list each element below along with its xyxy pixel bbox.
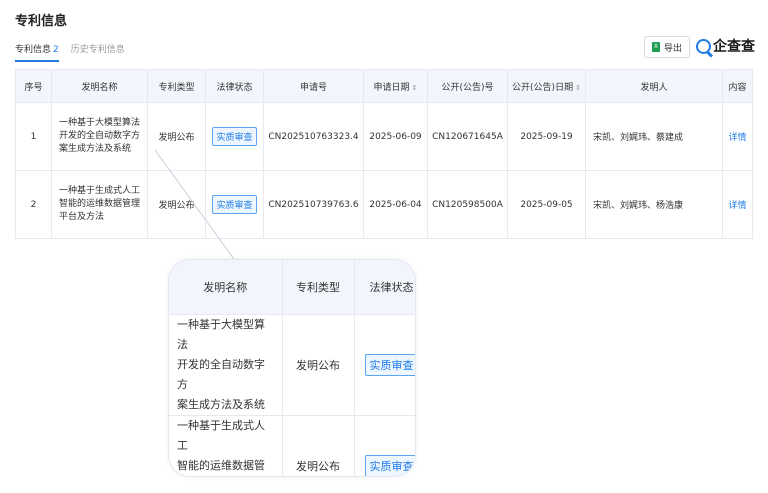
zoom-table-row: 一种基于生成式人工智能的运维数据管理平台及方法 发明公布 实质审查 bbox=[169, 415, 415, 476]
zoom-table-row: 一种基于大模型算法 开发的全自动数字方案生成方法及系统 发明公布 实质审查 bbox=[169, 314, 415, 416]
zoom-header-row: 发明名称 专利类型 法律状态 bbox=[169, 260, 415, 315]
zoom-col-header-name: 发明名称 bbox=[169, 260, 283, 315]
patent-name-line: 一种基于生成式人工 bbox=[177, 418, 265, 452]
patent-name-line: 案生成方法及系统 bbox=[177, 397, 265, 411]
zoom-legal-status-cell: 实质审查 bbox=[354, 314, 415, 416]
zoom-legal-status-cell: 实质审查 bbox=[354, 415, 415, 476]
zoom-patent-name: 一种基于生成式人工智能的运维数据管理平台及方法 bbox=[169, 415, 283, 476]
zoom-callout: 发明名称 专利类型 法律状态 一种基于大模型算法 开发的全自动数字方案生成方法及系… bbox=[168, 259, 416, 477]
status-badge: 实质审查 bbox=[364, 353, 415, 376]
patent-name-line: 智能的运维数据管理 bbox=[177, 458, 265, 472]
patent-name-line: 一种基于大模型算法 bbox=[177, 317, 265, 351]
zoom-patent-name: 一种基于大模型算法 开发的全自动数字方案生成方法及系统 bbox=[169, 314, 283, 416]
patent-name-line: 开发的全自动数字方 bbox=[177, 357, 265, 391]
zoom-col-header-type: 专利类型 bbox=[282, 260, 355, 315]
zoom-col-header-status: 法律状态 bbox=[354, 260, 415, 315]
zoom-patent-type: 发明公布 bbox=[282, 415, 355, 476]
zoom-table: 发明名称 专利类型 法律状态 一种基于大模型算法 开发的全自动数字方案生成方法及系… bbox=[169, 260, 415, 476]
zoom-patent-type: 发明公布 bbox=[282, 314, 355, 416]
